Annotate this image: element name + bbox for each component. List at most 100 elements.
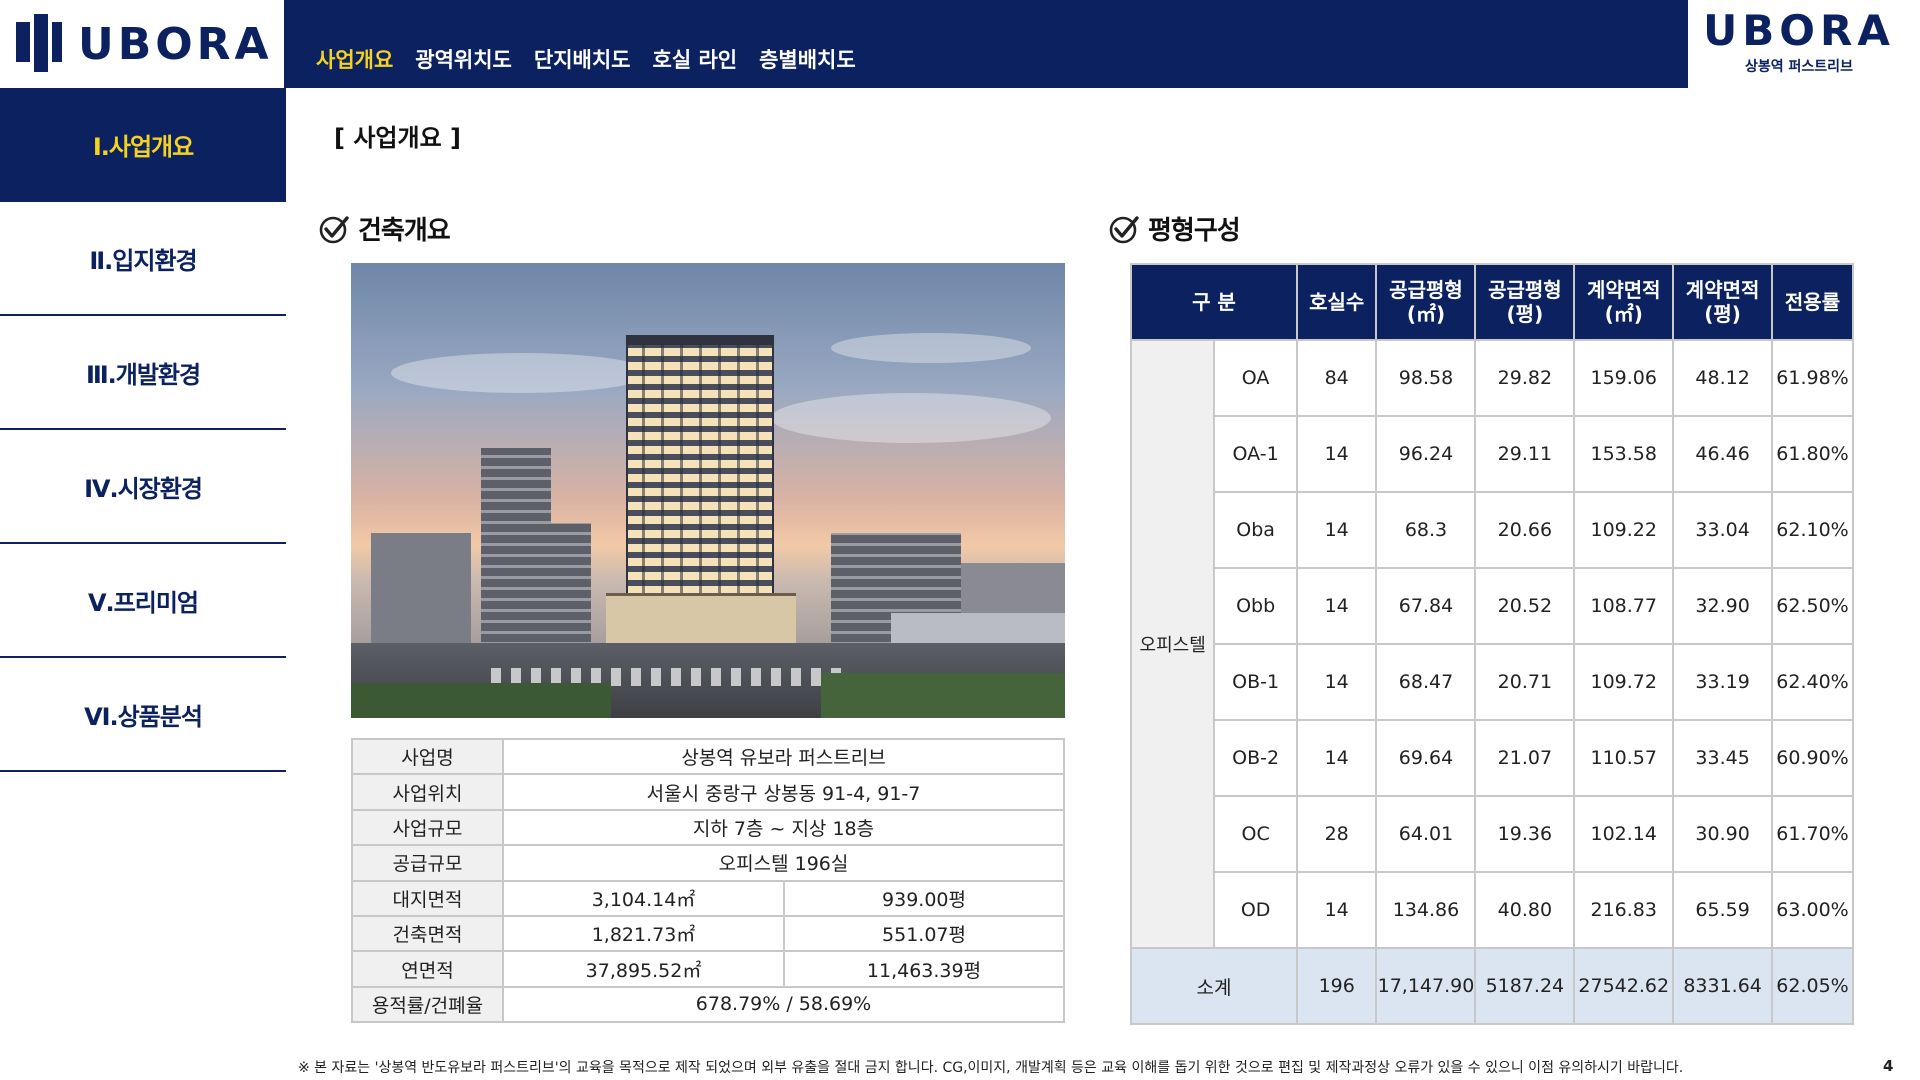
- col-header-supply-sqm: 공급평형 (㎡): [1375, 263, 1477, 341]
- table-cell: 67.84: [1375, 567, 1477, 645]
- table-cell: 14: [1295, 719, 1378, 797]
- table-cell: 159.06: [1573, 339, 1675, 417]
- logo: UBORA: [0, 0, 284, 88]
- total-cell: 17,147.90: [1375, 947, 1477, 1025]
- table-row: OC 28 64.01 19.36 102.14 30.90 61.70%: [1131, 795, 1854, 873]
- table-cell: 134.86: [1375, 871, 1477, 949]
- table-cell: 62.40%: [1771, 643, 1854, 721]
- building-overview-label: 건축개요: [358, 216, 451, 246]
- table-row: 연면적 37,895.52㎡ 11,463.39평: [351, 950, 1065, 988]
- unit-types-label: 평형구성: [1148, 216, 1241, 246]
- table-row: Obb 14 67.84 20.52 108.77 32.90 62.50%: [1131, 567, 1854, 645]
- info-value-sqm: 3,104.14㎡: [502, 879, 785, 917]
- table-cell: 68.3: [1375, 491, 1477, 569]
- type-name-cell: Obb: [1213, 567, 1298, 645]
- building-rendering-image: [351, 263, 1065, 718]
- table-row: OB-1 14 68.47 20.71 109.72 33.19 62.40%: [1131, 643, 1854, 721]
- table-cell: 84: [1295, 339, 1378, 417]
- sidebar-item-premium[interactable]: Ⅴ.프리미엄: [0, 544, 286, 658]
- table-cell: 65.59: [1672, 871, 1774, 949]
- table-cell: 29.11: [1474, 415, 1576, 493]
- type-name-cell: OD: [1213, 871, 1298, 949]
- type-name-cell: OA: [1213, 339, 1298, 417]
- info-label: 공급규모: [351, 844, 504, 882]
- total-cell: 5187.24: [1474, 947, 1576, 1025]
- table-cell: 14: [1295, 567, 1378, 645]
- info-label: 대지면적: [351, 879, 504, 917]
- table-cell: 69.64: [1375, 719, 1477, 797]
- table-cell: 62.10%: [1771, 491, 1854, 569]
- type-name-cell: OB-1: [1213, 643, 1298, 721]
- info-label: 건축면적: [351, 914, 504, 953]
- table-cell: 14: [1295, 871, 1378, 949]
- col-header-category: 구 분: [1130, 263, 1298, 341]
- building-info-table: 사업명 상봉역 유보라 퍼스트리브 사업위치 서울시 중랑구 상봉동 91-4,…: [351, 737, 1065, 1024]
- table-cell: 28: [1295, 795, 1378, 873]
- table-cell: 60.90%: [1771, 719, 1854, 797]
- table-cell: 108.77: [1573, 567, 1675, 645]
- info-value: 서울시 중랑구 상봉동 91-4, 91-7: [502, 773, 1065, 811]
- sidebar-item-development[interactable]: Ⅲ.개발환경: [0, 316, 286, 430]
- table-cell: 20.66: [1474, 491, 1576, 569]
- total-cell: 62.05%: [1771, 947, 1854, 1025]
- col-header-units: 호실수: [1295, 263, 1378, 341]
- table-cell: 19.36: [1474, 795, 1576, 873]
- table-cell: 61.70%: [1771, 795, 1854, 873]
- nav-unit-line[interactable]: 호실 라인: [653, 44, 738, 74]
- type-name-cell: OB-2: [1213, 719, 1298, 797]
- info-value: 오피스텔 196실: [502, 844, 1065, 882]
- sidebar-item-market[interactable]: Ⅳ.시장환경: [0, 430, 286, 544]
- info-label: 사업위치: [351, 773, 504, 811]
- group-label: 오피스텔: [1129, 339, 1216, 949]
- nav-regional-location[interactable]: 광역위치도: [415, 44, 512, 74]
- table-cell: 14: [1295, 415, 1378, 493]
- section-title: [ 사업개요 ]: [334, 124, 461, 152]
- info-value-pyeong: 551.07평: [783, 914, 1065, 953]
- col-header-exclusive-rate: 전용률: [1771, 263, 1854, 341]
- table-cell: 64.01: [1375, 795, 1477, 873]
- table-cell: 40.80: [1474, 871, 1576, 949]
- building-overview-heading: 건축개요: [318, 210, 451, 247]
- table-row: OD 14 134.86 40.80 216.83 65.59 63.00%: [1131, 871, 1854, 949]
- table-row: 용적률/건폐율 678.79% / 58.69%: [351, 985, 1065, 1024]
- table-row: 대지면적 3,104.14㎡ 939.00평: [351, 879, 1065, 917]
- table-row: OA-1 14 96.24 29.11 153.58 46.46 61.80%: [1131, 415, 1854, 493]
- info-value-sqm: 37,895.52㎡: [502, 950, 785, 988]
- page-number: 4: [1883, 1057, 1894, 1075]
- table-row: 공급규모 오피스텔 196실: [351, 844, 1065, 882]
- table-cell: 48.12: [1672, 339, 1774, 417]
- table-cell: 63.00%: [1771, 871, 1854, 949]
- table-cell: 33.19: [1672, 643, 1774, 721]
- table-row: 사업규모 지하 7층 ~ 지상 18층: [351, 808, 1065, 847]
- table-header-row: 구 분 호실수 공급평형 (㎡) 공급평형 (평) 계약면적 (㎡) 계약면적 …: [1130, 263, 1854, 341]
- table-cell: 98.58: [1375, 339, 1477, 417]
- brand-logo: UBORA 상봉역 퍼스트리브: [1692, 8, 1906, 76]
- check-circle-icon: [319, 215, 349, 243]
- table-cell: 216.83: [1573, 871, 1675, 949]
- total-cell: 8331.64: [1672, 947, 1774, 1025]
- sidebar-item-business-overview[interactable]: Ⅰ.사업개요: [0, 88, 286, 202]
- nav-floor-layout[interactable]: 층별배치도: [759, 44, 856, 74]
- brand-name: UBORA: [1703, 6, 1895, 55]
- table-cell: 32.90: [1672, 567, 1774, 645]
- sidebar: Ⅰ.사업개요 Ⅱ.입지환경 Ⅲ.개발환경 Ⅳ.시장환경 Ⅴ.프리미엄 Ⅵ.상품분…: [0, 88, 286, 772]
- table-cell: 46.46: [1672, 415, 1774, 493]
- nav-site-layout[interactable]: 단지배치도: [534, 44, 631, 74]
- table-cell: 109.22: [1573, 491, 1675, 569]
- table-cell: 14: [1295, 643, 1378, 721]
- table-cell: 109.72: [1573, 643, 1675, 721]
- total-cell: 196: [1295, 947, 1378, 1025]
- slide-page: UBORA 사업개요 광역위치도 단지배치도 호실 라인 층별배치도 UBORA…: [0, 0, 1920, 1080]
- sidebar-item-location[interactable]: Ⅱ.입지환경: [0, 202, 286, 316]
- table-row: 건축면적 1,821.73㎡ 551.07평: [351, 914, 1065, 953]
- table-cell: 68.47: [1375, 643, 1477, 721]
- table-cell: 96.24: [1375, 415, 1477, 493]
- unit-types-heading: 평형구성: [1108, 210, 1241, 247]
- table-cell: 153.58: [1573, 415, 1675, 493]
- type-name-cell: OC: [1213, 795, 1298, 873]
- table-cell: 61.98%: [1771, 339, 1854, 417]
- nav-business-overview[interactable]: 사업개요: [316, 44, 393, 74]
- total-cell: 27542.62: [1573, 947, 1675, 1025]
- sidebar-item-product[interactable]: Ⅵ.상품분석: [0, 658, 286, 772]
- table-cell: 14: [1295, 491, 1378, 569]
